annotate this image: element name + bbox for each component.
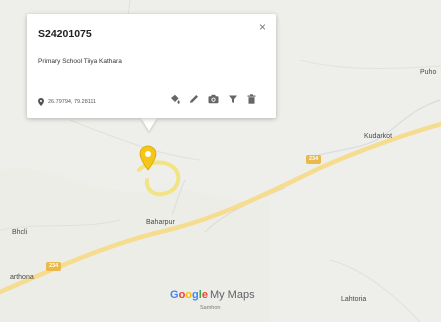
camera-icon[interactable] <box>208 94 219 104</box>
logo-letter: G <box>170 289 179 301</box>
paint-bucket-icon[interactable] <box>170 94 180 104</box>
place-label: Kudarkot <box>364 133 393 140</box>
place-label: Samhon <box>200 305 221 311</box>
info-popup: S24201075 × Primary School Tiiya Kathara… <box>27 14 276 118</box>
google-my-maps-logo: Google My Maps <box>170 285 255 303</box>
pencil-icon[interactable] <box>189 94 199 104</box>
place-label: arthona <box>10 274 34 281</box>
logo-letter: e <box>201 289 208 301</box>
route-shield: 234 <box>306 155 322 164</box>
place-label: Lahtoria <box>341 296 367 303</box>
trash-icon[interactable] <box>247 94 256 104</box>
place-label: Baharpur <box>146 219 175 226</box>
popup-actions <box>170 94 256 104</box>
location-pin-icon <box>38 98 44 106</box>
filter-icon[interactable] <box>228 94 238 104</box>
popup-title: S24201075 <box>38 28 92 40</box>
place-label: Puho <box>420 69 437 76</box>
coordinates-row: 26.79794, 79.28111 <box>38 97 96 107</box>
popup-description: Primary School Tiiya Kathara <box>38 58 122 65</box>
close-icon[interactable]: × <box>259 20 266 34</box>
map-window: Puho Kudarkot Baharpur Bhcli arthona Lah… <box>0 0 441 322</box>
route-shield: 234 <box>46 262 62 271</box>
place-label: Bhcli <box>12 229 28 236</box>
popup-pointer <box>141 118 157 131</box>
map-pin-icon[interactable] <box>139 145 157 171</box>
product-name: My Maps <box>209 289 255 301</box>
coordinates-text: 26.79794, 79.28111 <box>48 99 97 105</box>
logo-letter: g <box>192 289 199 301</box>
google-wordmark: Google <box>170 289 208 301</box>
